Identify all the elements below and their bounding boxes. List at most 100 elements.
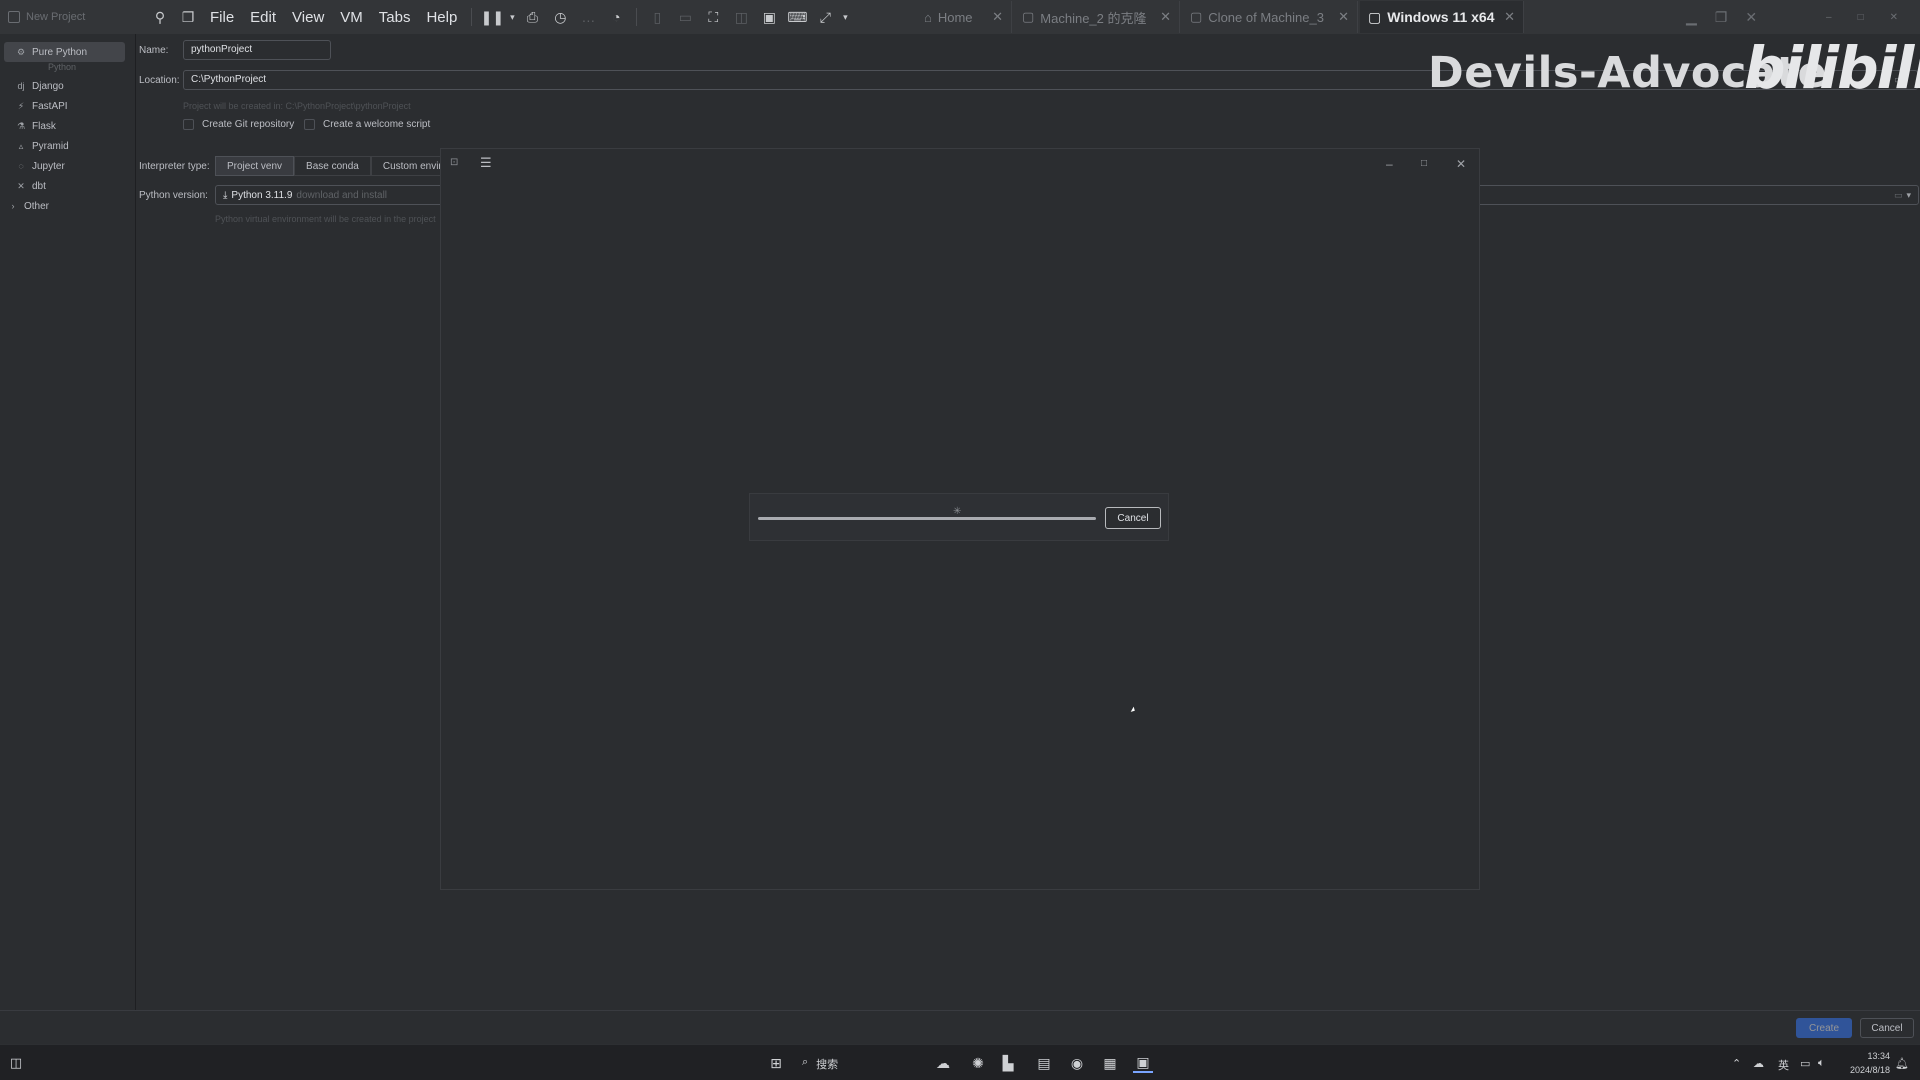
- sidebar-item-jupyter[interactable]: ◌ Jupyter: [4, 156, 125, 176]
- close-icon[interactable]: ✕: [1890, 12, 1898, 23]
- tab-clone-machine-3[interactable]: ▢ Clone of Machine_3 ✕: [1182, 1, 1358, 33]
- interpreter-type-label: Interpreter type:: [139, 161, 210, 172]
- sidebar-item-pyramid[interactable]: ▵ Pyramid: [4, 136, 125, 156]
- menu-help[interactable]: Help: [418, 0, 465, 34]
- copilot-icon[interactable]: ✺: [968, 1053, 988, 1073]
- library-icon[interactable]: ❐: [174, 2, 202, 32]
- sidebar-item-label: Pure Python: [32, 46, 88, 58]
- sidebar-toggle-icon[interactable]: ▯: [643, 2, 671, 32]
- console-view-icon[interactable]: ▣: [755, 2, 783, 32]
- screen: { "vmware": { "window_title": "New Proje…: [0, 0, 1920, 1080]
- sidebar-item-django[interactable]: dj Django: [4, 76, 125, 96]
- stretch-icon[interactable]: ⤢: [811, 2, 839, 32]
- toolbar-divider: [471, 8, 473, 26]
- restore-icon[interactable]: ❐: [1715, 9, 1728, 26]
- network-icon[interactable]: ▭: [1800, 1057, 1810, 1070]
- close-icon[interactable]: ✕: [1338, 9, 1349, 25]
- sidebar-item-dbt[interactable]: ✕ dbt: [4, 176, 125, 196]
- location-label: Location:: [139, 75, 180, 86]
- welcome-script-checkbox[interactable]: Create a welcome script: [304, 119, 430, 130]
- sidebar-item-other[interactable]: › Other: [4, 196, 125, 216]
- pycharm-icon[interactable]: ▣: [1133, 1053, 1153, 1073]
- close-icon[interactable]: ✕: [1745, 9, 1757, 26]
- vm-icon: ▢: [1022, 9, 1035, 24]
- option-project-venv[interactable]: Project venv: [215, 156, 295, 176]
- widgets-icon[interactable]: ☁: [928, 1053, 958, 1073]
- hamburger-menu-icon[interactable]: ☰: [480, 155, 492, 171]
- progress-cancel-button[interactable]: Cancel: [1105, 507, 1161, 529]
- progress-dialog: ✳ Cancel: [749, 493, 1169, 541]
- cloud-sync-icon[interactable]: ☁: [1753, 1057, 1764, 1070]
- task-view-icon[interactable]: ◫: [6, 1053, 26, 1073]
- menu-file[interactable]: File: [202, 0, 242, 34]
- sidebar-item-flask[interactable]: ⚗ Flask: [4, 116, 125, 136]
- volume-icon[interactable]: 🔈︎: [1818, 1057, 1825, 1070]
- vm-icon: ▢: [1190, 9, 1203, 24]
- terminal-icon[interactable]: ⌨: [783, 2, 811, 32]
- search-icon: ⌕: [802, 1056, 809, 1068]
- revert-snapshot-icon[interactable]: …: [574, 2, 602, 32]
- option-base-conda[interactable]: Base conda: [294, 156, 371, 176]
- menu-view[interactable]: View: [284, 0, 332, 34]
- chevron-down-icon[interactable]: ▾: [839, 2, 851, 32]
- minimize-icon[interactable]: –: [1826, 12, 1832, 23]
- python-version-note: download and install: [296, 189, 388, 201]
- dbt-icon: ✕: [17, 180, 25, 191]
- ime-indicator[interactable]: 英: [1778, 1057, 1789, 1073]
- notification-icon[interactable]: 🔔︎: [1895, 1057, 1909, 1070]
- menu-tabs[interactable]: Tabs: [371, 0, 419, 34]
- start-icon[interactable]: ⊞: [766, 1053, 786, 1073]
- venv-hint: Python virtual environment will be creat…: [215, 214, 436, 224]
- sidebar-item-pure-python[interactable]: ⚙ Pure Python: [4, 42, 125, 62]
- close-icon[interactable]: ✕: [1456, 157, 1466, 171]
- close-icon[interactable]: ✕: [992, 9, 1003, 25]
- snapshot-icon[interactable]: ◷: [546, 2, 574, 32]
- tab-machine-2-clone[interactable]: ▢ Machine_2 的克隆 ✕: [1014, 1, 1180, 33]
- checkbox-box[interactable]: [183, 119, 194, 130]
- sidebar-item-label: dbt: [32, 180, 46, 192]
- minimize-icon[interactable]: ▁: [1686, 9, 1697, 26]
- create-git-checkbox[interactable]: Create Git repository: [183, 119, 294, 130]
- thumbnail-icon[interactable]: ▭: [671, 2, 699, 32]
- tab-windows-11[interactable]: ▢ Windows 11 x64 ✕: [1360, 1, 1524, 33]
- menu-vm[interactable]: VM: [332, 0, 371, 34]
- maximize-icon[interactable]: □: [1421, 158, 1427, 169]
- vmware-toolbar: New Project ⚲ ❐ File Edit View VM Tabs H…: [0, 0, 1920, 34]
- sidebar-item-label: FastAPI: [32, 100, 68, 112]
- minimize-icon[interactable]: –: [1386, 157, 1393, 171]
- unity-icon[interactable]: ◫: [727, 2, 755, 32]
- close-icon[interactable]: ✕: [1504, 9, 1515, 25]
- windows-taskbar: ◫ ⊞ ⌕ 搜索 ☁ ✺ ▙ ▤ ◉ ▦ ▣ ⌃ ☁ 英 ▭ 🔈︎ 13:34 …: [0, 1044, 1920, 1080]
- maximize-icon[interactable]: □: [1858, 12, 1864, 23]
- pause-icon[interactable]: ❚❚: [478, 2, 506, 32]
- create-button[interactable]: Create: [1796, 1018, 1852, 1038]
- close-icon[interactable]: ✕: [1160, 9, 1171, 25]
- menu-edit[interactable]: Edit: [242, 0, 284, 34]
- progress-bar: [758, 517, 1096, 520]
- spinner-icon: ✳: [953, 506, 962, 517]
- name-field[interactable]: pythonProject: [183, 40, 331, 60]
- chevron-up-icon[interactable]: ⌃: [1732, 1057, 1741, 1070]
- tab-label: Home: [937, 9, 973, 25]
- pin-icon[interactable]: ⚲: [146, 2, 174, 32]
- tab-home[interactable]: ⌂ Home ✕: [916, 1, 1012, 33]
- send-keys-icon[interactable]: ⎙: [518, 2, 546, 32]
- cancel-button[interactable]: Cancel: [1860, 1018, 1914, 1038]
- name-label: Name:: [139, 45, 169, 56]
- sidebar-item-fastapi[interactable]: ⚡ FastAPI: [4, 96, 125, 116]
- taskbar-search[interactable]: ⌕ 搜索: [802, 1056, 838, 1072]
- edge-icon[interactable]: ◉: [1067, 1053, 1087, 1073]
- folder-icon[interactable]: ▭: [1894, 190, 1903, 201]
- checkbox-label: Create a welcome script: [323, 119, 431, 130]
- file-explorer-icon[interactable]: ▙: [998, 1053, 1018, 1073]
- snapshot-manager-icon[interactable]: ◔: [602, 2, 630, 32]
- folder-icon[interactable]: ▤: [1034, 1053, 1054, 1073]
- fastapi-icon: ⚡: [17, 100, 25, 111]
- checkbox-box[interactable]: [304, 119, 315, 130]
- store-icon[interactable]: ▦: [1100, 1053, 1120, 1073]
- fullscreen-icon[interactable]: ⛶: [699, 2, 727, 32]
- chevron-down-icon[interactable]: ▾: [1906, 190, 1911, 201]
- clock[interactable]: 13:34 2024/8/18: [1850, 1049, 1890, 1077]
- chevron-down-icon[interactable]: ▾: [506, 2, 518, 32]
- sidebar-section-caption: Python: [48, 62, 77, 72]
